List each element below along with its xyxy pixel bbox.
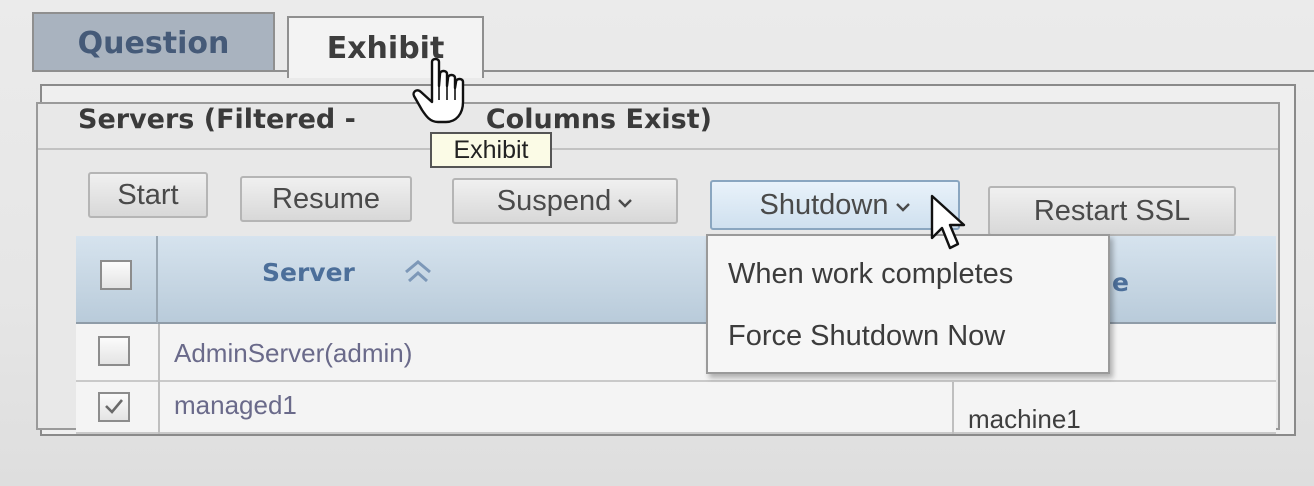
checkmark-icon: [105, 399, 123, 414]
column-divider: [158, 324, 160, 382]
panel-title-left: Servers (Filtered -: [78, 104, 356, 135]
server-cell[interactable]: managed1: [174, 390, 297, 421]
title-divider: [38, 148, 1278, 150]
select-all-checkbox[interactable]: [100, 260, 132, 290]
arrow-cursor-icon: [930, 194, 966, 250]
shutdown-dropdown-button[interactable]: Shutdown: [710, 180, 960, 230]
menu-item-force-shutdown-now[interactable]: Force Shutdown Now: [728, 320, 1005, 353]
menu-item-when-work-completes[interactable]: When work completes: [728, 258, 1013, 291]
resume-button-label: Resume: [272, 182, 380, 215]
server-cell[interactable]: AdminServer(admin): [174, 338, 412, 369]
restart-ssl-button-label: Restart SSL: [1033, 194, 1191, 227]
row-checkbox[interactable]: [98, 392, 130, 422]
header-select-all-cell: [76, 236, 158, 324]
machine-cell: machine1: [968, 404, 1081, 434]
sort-ascending-icon[interactable]: [400, 254, 436, 290]
start-button-label: Start: [117, 178, 179, 211]
tab-question-label: Question: [77, 25, 230, 61]
column-divider: [952, 382, 954, 434]
shutdown-menu: When work completes Force Shutdown Now: [706, 234, 1110, 374]
start-button[interactable]: Start: [88, 172, 208, 218]
table-row: managed1 machine1: [76, 382, 1276, 434]
column-header-server[interactable]: Server: [262, 258, 355, 287]
restart-ssl-button[interactable]: Restart SSL: [988, 186, 1236, 236]
screen: Question Exhibit Servers (Filtered - Colu…: [0, 0, 1314, 486]
panel-title: Servers (Filtered - Columns Exist): [78, 104, 712, 135]
tab-strip-rule: [32, 70, 1314, 72]
hand-cursor-icon: [412, 57, 465, 124]
exhibit-tooltip: Exhibit: [430, 132, 552, 168]
tooltip-text: Exhibit: [453, 135, 529, 164]
chevron-down-icon: [895, 197, 911, 218]
suspend-button-label: Suspend: [496, 184, 612, 217]
tab-question[interactable]: Question: [32, 12, 275, 70]
row-checkbox[interactable]: [98, 336, 130, 366]
resume-button[interactable]: Resume: [240, 176, 412, 222]
panel-title-right: Columns Exist): [485, 104, 712, 135]
shutdown-button-label: Shutdown: [759, 188, 889, 221]
suspend-dropdown-button[interactable]: Suspend: [452, 178, 678, 224]
column-divider: [158, 382, 160, 434]
truncated-column-header[interactable]: e: [1112, 268, 1129, 297]
chevron-down-icon: [617, 193, 633, 214]
